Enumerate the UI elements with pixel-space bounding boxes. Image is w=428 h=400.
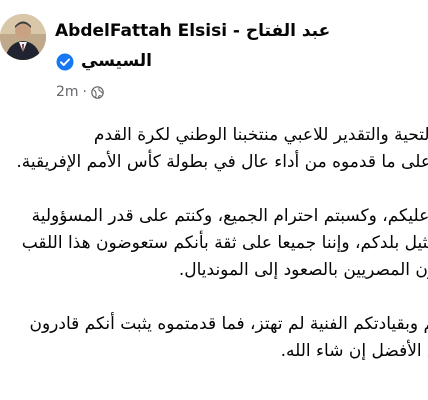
post-text-line: على ما قدموه من أداء عال في بطولة كأس ال… (16, 152, 428, 172)
verified-badge-icon (56, 53, 74, 71)
globe-icon[interactable] (91, 85, 104, 99)
post-text-line: في تمثيل بلدكم، وإننا جميعا على ثقة بأنك… (21, 233, 428, 253)
post-text-line: على تحقيق الأفضل إن شاء الله. (280, 341, 428, 361)
meta-separator: · (82, 84, 87, 100)
post-text-line: أتوجه بكل التحية والتقدير للاعبي منتخبنا… (93, 125, 428, 145)
post-text-line: وستسعدون المصريين بالصعود إلى المونديال. (178, 260, 428, 280)
facebook-post: AbdelFattah Elsisi - عبد الفتاح السيسي 2… (0, 0, 428, 400)
profile-avatar[interactable] (0, 14, 46, 60)
post-text-line: لقد أديتم ما عليكم، وكسبتم احترام الجميع… (31, 206, 428, 226)
author-name[interactable]: AbdelFattah Elsisi - عبد الفتاح (55, 20, 330, 42)
post-timestamp[interactable]: 2m (56, 83, 79, 101)
post-meta: 2m · (56, 83, 104, 101)
post-text-line: إن عزيمتكم وبقيادتكم الفنية لم تهتز، فما… (29, 314, 428, 334)
author-name-continued[interactable]: السيسي (81, 50, 152, 72)
